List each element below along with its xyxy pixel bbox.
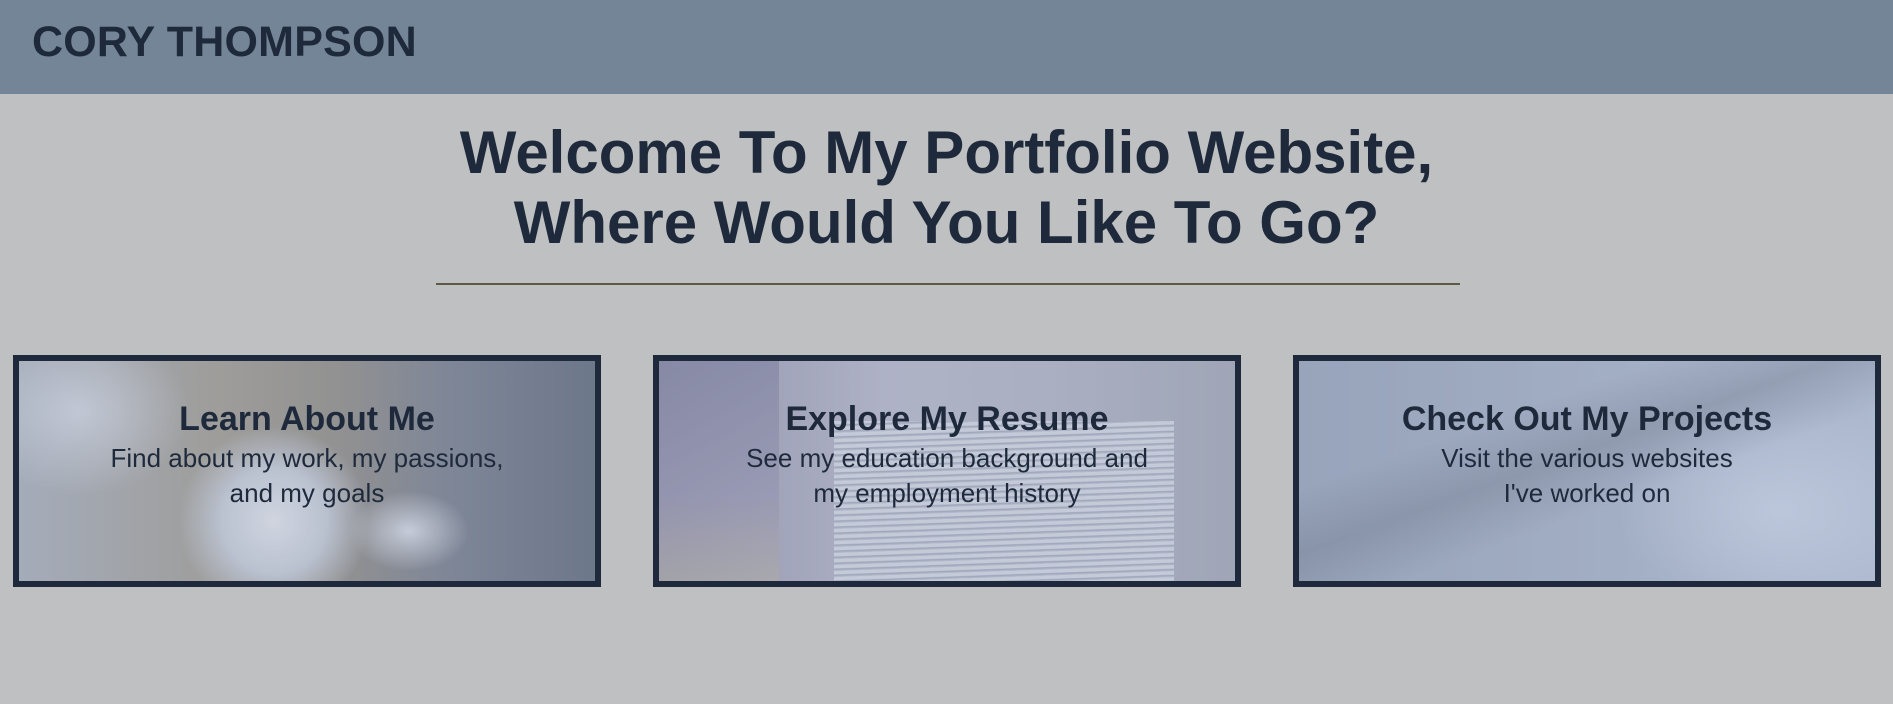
card-description: See my education background and my emplo…	[659, 441, 1235, 511]
hero-title-line-1: Welcome To My Portfolio Website,	[459, 119, 1434, 186]
site-header: CORY THOMPSON	[0, 0, 1893, 94]
hero-title: Welcome To My Portfolio Website, Where W…	[0, 118, 1893, 258]
card-description: Visit the various websites I've worked o…	[1299, 441, 1875, 511]
card-text: Learn About Me Find about my work, my pa…	[19, 399, 595, 511]
card-description-line-2: my employment history	[813, 478, 1081, 508]
hero-title-line-2: Where Would You Like To Go?	[513, 189, 1380, 256]
hero-divider	[436, 283, 1460, 285]
card-description: Find about my work, my passions, and my …	[19, 441, 595, 511]
card-description-line-1: Find about my work, my passions,	[110, 443, 504, 473]
card-description-line-2: and my goals	[229, 478, 385, 508]
card-title: Learn About Me	[179, 400, 435, 438]
resume-card[interactable]: Explore My Resume See my education backg…	[653, 355, 1241, 587]
about-me-card[interactable]: Learn About Me Find about my work, my pa…	[13, 355, 601, 587]
card-description-line-2: I've worked on	[1503, 478, 1671, 508]
projects-card[interactable]: Check Out My Projects Visit the various …	[1293, 355, 1881, 587]
card-text: Explore My Resume See my education backg…	[659, 399, 1235, 511]
card-text: Check Out My Projects Visit the various …	[1299, 399, 1875, 511]
card-description-line-1: Visit the various websites	[1441, 443, 1733, 473]
card-title: Check Out My Projects	[1401, 400, 1773, 438]
card-description-line-1: See my education background and	[746, 443, 1148, 473]
card-title: Explore My Resume	[785, 400, 1109, 438]
hero-section: Welcome To My Portfolio Website, Where W…	[0, 118, 1893, 258]
site-brand[interactable]: CORY THOMPSON	[32, 18, 417, 67]
